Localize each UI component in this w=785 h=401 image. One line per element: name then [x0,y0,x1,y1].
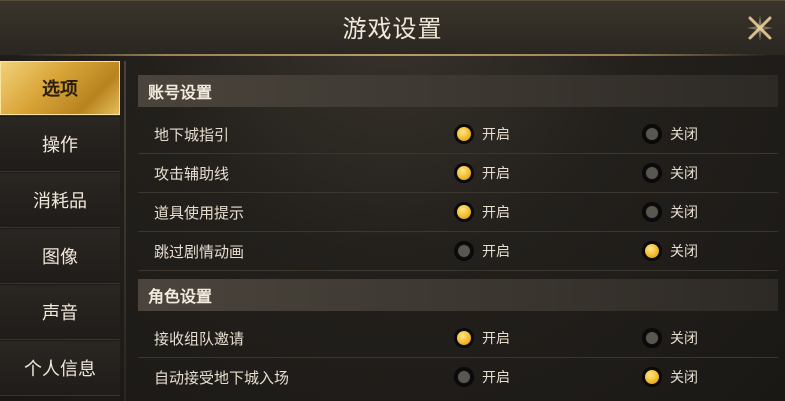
option-off[interactable]: 关闭 [642,326,698,350]
radio-icon [454,124,474,144]
tab-sound[interactable]: 声音 [0,285,120,340]
option-off[interactable]: 关闭 [642,122,698,146]
window-title: 游戏设置 [342,15,443,43]
option-on[interactable]: 开启 [454,365,510,389]
option-label: 开启 [482,244,510,260]
option-on[interactable]: 开启 [454,161,510,185]
tab-label: 操作 [42,135,78,156]
section-header-account: 账号设置 [138,75,778,107]
option-on[interactable]: 开启 [454,239,510,263]
option-label: 开启 [482,331,510,347]
option-label: 关闭 [670,244,698,260]
section-title: 账号设置 [148,83,213,102]
option-off[interactable]: 关闭 [642,200,698,224]
tab-label: 图像 [42,247,78,268]
setting-label: 自动接受地下城入场 [154,369,290,387]
setting-label: 攻击辅助线 [154,165,230,183]
option-label: 关闭 [670,331,698,347]
option-on[interactable]: 开启 [454,122,510,146]
tab-label: 声音 [42,303,78,324]
option-label: 关闭 [670,370,698,386]
section-header-character: 角色设置 [138,279,778,311]
setting-row: 接收组队邀请 开启 关闭 [138,319,778,358]
setting-label: 道具使用提示 [154,204,245,222]
radio-icon [454,367,474,387]
sidebar-divider [124,61,126,401]
option-label: 开启 [482,166,510,182]
option-label: 关闭 [670,127,698,143]
radio-icon [642,202,662,222]
option-label: 开启 [482,370,510,386]
setting-label: 地下城指引 [154,126,230,144]
radio-icon [454,328,474,348]
sidebar: 选项 操作 消耗品 图像 声音 个人信息 [0,61,128,401]
title-divider [14,54,771,56]
setting-row: 攻击辅助线 开启 关闭 [138,154,778,193]
setting-row: 地下城指引 开启 关闭 [138,115,778,154]
tab-graphics[interactable]: 图像 [0,229,120,284]
setting-row: 自动接受地下城入场 开启 关闭 [138,358,778,396]
tab-consumables[interactable]: 消耗品 [0,173,120,228]
close-icon [747,15,773,41]
close-button[interactable] [743,11,777,45]
tab-personal-info[interactable]: 个人信息 [0,341,120,396]
radio-icon [642,163,662,183]
option-label: 开启 [482,127,510,143]
settings-window: 游戏设置 选项 操作 消耗品 图像 声音 个人信息 账号设置 地下城指引 开启 … [0,0,785,401]
tab-options[interactable]: 选项 [0,61,120,116]
radio-icon [454,163,474,183]
tab-controls[interactable]: 操作 [0,117,120,172]
radio-icon [642,367,662,387]
option-on[interactable]: 开启 [454,200,510,224]
option-off[interactable]: 关闭 [642,161,698,185]
radio-icon [642,241,662,261]
setting-row: 道具使用提示 开启 关闭 [138,193,778,232]
radio-icon [642,124,662,144]
option-off[interactable]: 关闭 [642,365,698,389]
title-bar: 游戏设置 [0,1,785,55]
setting-label: 跳过剧情动画 [154,243,245,261]
radio-icon [454,241,474,261]
option-label: 关闭 [670,166,698,182]
setting-row: 跳过剧情动画 开启 关闭 [138,232,778,271]
tab-label: 选项 [42,79,78,100]
option-off[interactable]: 关闭 [642,239,698,263]
radio-icon [454,202,474,222]
option-on[interactable]: 开启 [454,326,510,350]
radio-icon [642,328,662,348]
tab-label: 消耗品 [33,191,87,212]
section-title: 角色设置 [148,287,213,306]
option-label: 关闭 [670,205,698,221]
tab-label: 个人信息 [24,359,96,380]
setting-label: 接收组队邀请 [154,330,245,348]
option-label: 开启 [482,205,510,221]
